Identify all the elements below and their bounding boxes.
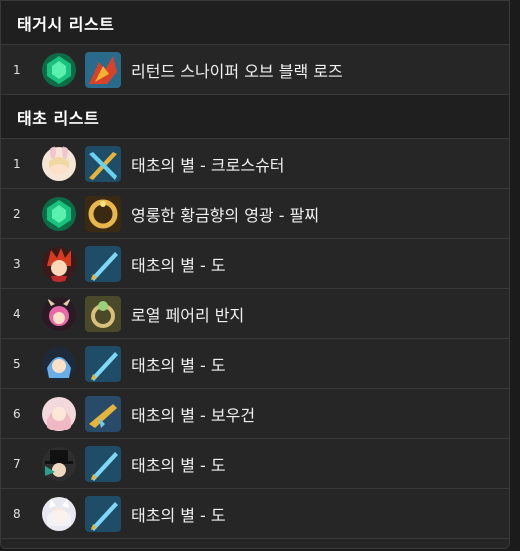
list-item[interactable]: 8 태초의 별 - 도 bbox=[1, 489, 509, 539]
section-header-legacy: 태거시 리스트 bbox=[1, 1, 509, 45]
item-name: 태초의 별 - 도 bbox=[131, 455, 226, 475]
emerald-icon bbox=[41, 52, 77, 88]
item-name: 태초의 별 - 크로스슈터 bbox=[131, 155, 285, 175]
bunny-girl-icon bbox=[41, 145, 77, 182]
rank-number: 1 bbox=[13, 156, 21, 171]
section-header-primeval: 태초 리스트 bbox=[1, 95, 509, 139]
dragon-icon bbox=[85, 51, 121, 88]
rank-number: 4 bbox=[13, 306, 21, 321]
list-item[interactable]: 4 로열 페어리 반지 bbox=[1, 289, 509, 339]
emerald-icon bbox=[41, 196, 77, 232]
sword-icon bbox=[85, 495, 121, 532]
ring-icon bbox=[85, 295, 121, 332]
pink-horns-icon bbox=[41, 296, 77, 332]
rank-number: 2 bbox=[13, 206, 21, 221]
item-name: 태초의 별 - 도 bbox=[131, 255, 226, 275]
item-name: 태초의 별 - 도 bbox=[131, 355, 226, 375]
list-item[interactable]: 1 태초의 별 - 크로스슈터 bbox=[1, 139, 509, 189]
white-fox-icon bbox=[41, 496, 77, 532]
item-name: 리턴드 스나이퍼 오브 블랙 로즈 bbox=[131, 61, 343, 81]
item-name: 로열 페어리 반지 bbox=[131, 305, 245, 325]
section-title: 태거시 리스트 bbox=[17, 14, 115, 34]
sword-icon bbox=[85, 245, 121, 282]
section-title: 태초 리스트 bbox=[17, 108, 100, 128]
item-name: 태초의 별 - 보우건 bbox=[131, 405, 256, 425]
list-item[interactable]: 3 태초의 별 - 도 bbox=[1, 239, 509, 289]
pink-hair-icon bbox=[41, 396, 77, 432]
rank-number: 3 bbox=[13, 256, 21, 271]
fire-hair-icon bbox=[41, 246, 77, 282]
sword-icon bbox=[85, 345, 121, 382]
rank-number: 8 bbox=[13, 506, 21, 521]
list-panel: 태거시 리스트 1 리턴드 스나이퍼 오브 블랙 로즈 태초 리스트 1 태초의… bbox=[0, 0, 510, 549]
list-item[interactable]: 7 태초의 별 - 도 bbox=[1, 439, 509, 489]
list-item[interactable]: 2 영롱한 황금향의 영광 - 팔찌 bbox=[1, 189, 509, 239]
list-item[interactable]: 6 태초의 별 - 보우건 bbox=[1, 389, 509, 439]
item-name: 영롱한 황금향의 영광 - 팔찌 bbox=[131, 205, 320, 225]
bracelet-icon bbox=[85, 195, 121, 232]
rank-number: 7 bbox=[13, 456, 21, 471]
list-item[interactable]: 1 리턴드 스나이퍼 오브 블랙 로즈 bbox=[1, 45, 509, 95]
item-name: 태초의 별 - 도 bbox=[131, 505, 226, 525]
rank-number: 6 bbox=[13, 406, 21, 421]
sword-icon bbox=[85, 445, 121, 482]
gun-icon bbox=[85, 395, 121, 432]
blue-hair-icon bbox=[41, 346, 77, 382]
list-item[interactable]: 5 태초의 별 - 도 bbox=[1, 339, 509, 389]
rank-number: 1 bbox=[13, 62, 21, 77]
twin-blades-icon bbox=[85, 145, 121, 182]
rank-number: 5 bbox=[13, 356, 21, 371]
top-hat-icon bbox=[41, 446, 77, 482]
